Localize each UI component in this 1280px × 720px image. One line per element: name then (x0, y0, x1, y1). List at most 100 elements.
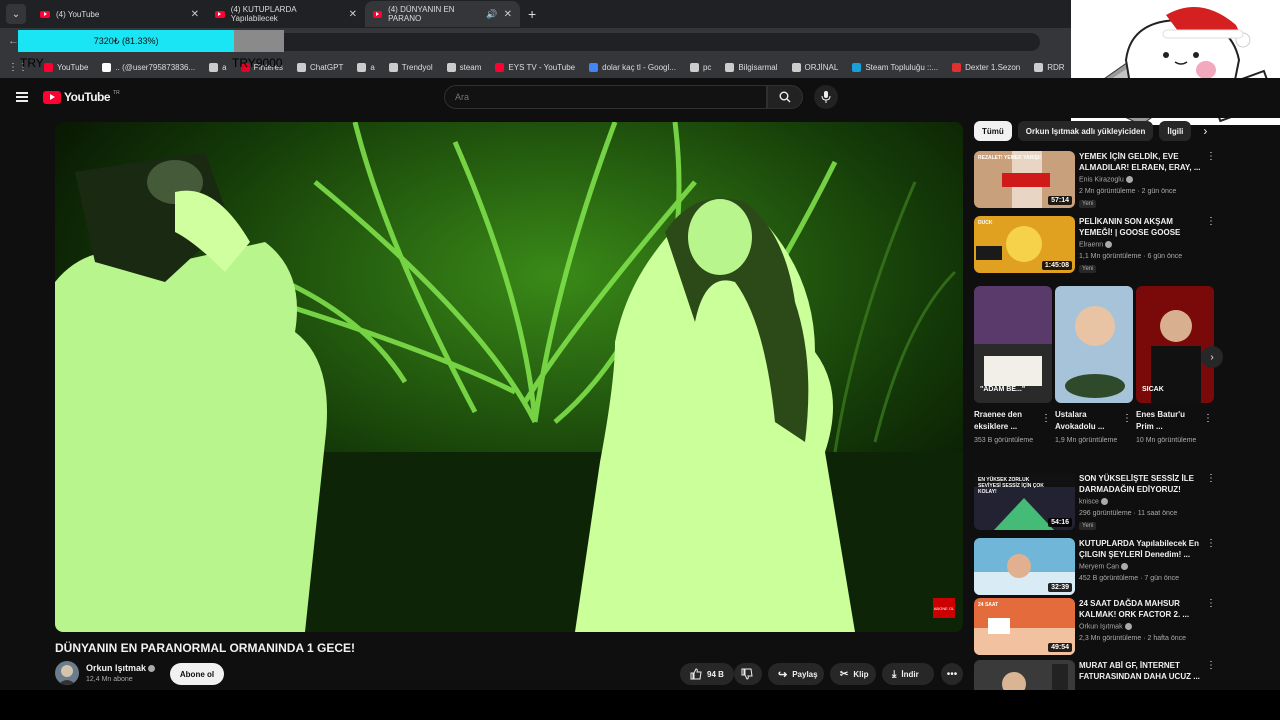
tab-dunyanin-active[interactable]: (4) DÜNYANIN EN PARANO 🔊 ✕ (365, 1, 520, 27)
chip-all[interactable]: Tümü (974, 121, 1012, 141)
search-input[interactable] (444, 85, 767, 109)
chip-from-uploader[interactable]: Orkun Işıtmak adlı yükleyiciden (1017, 121, 1154, 141)
recommended-video[interactable]: EN YÜKSEK ZORLUK SEVİYESİ SESSİZ İÇİN ÇO… (974, 473, 1216, 531)
short-thumbnail[interactable]: SICAK (1136, 286, 1214, 403)
like-button[interactable]: 94 B (680, 663, 734, 685)
bookmark-item[interactable]: Steam Topluluğu ::... (852, 62, 939, 72)
short-thumbnail[interactable]: "ADAM BE..." (974, 286, 1052, 403)
recommended-video[interactable]: 32:39 KUTUPLARDA Yapılabilecek En ÇILGIN … (974, 538, 1216, 596)
more-vertical-icon[interactable]: ⋮ (1206, 216, 1216, 227)
menu-icon[interactable] (16, 92, 28, 102)
bookmark-item[interactable]: a (209, 62, 227, 72)
video-title: SON YÜKSELİŞTE SESSİZ İLE DARMADAĞIN EDİ… (1079, 474, 1194, 494)
bookmark-item[interactable]: RDR (1034, 62, 1065, 72)
taskbar-area (0, 690, 1280, 720)
video-thumbnail[interactable]: 24 SAAT 49:54 (974, 598, 1075, 655)
bookmark-item[interactable]: Dexter 1.Sezon (952, 62, 1021, 72)
bookmark-item[interactable]: ORJİNAL (791, 62, 838, 72)
channel-name[interactable]: Elraenn (1079, 241, 1113, 249)
more-vertical-icon[interactable]: ⋮ (1206, 660, 1216, 671)
bookmark-label: Dexter 1.Sezon (965, 62, 1021, 72)
bookmark-item[interactable]: Trendyol (388, 62, 433, 72)
channel-name[interactable]: knisce (1079, 498, 1108, 505)
more-vertical-icon[interactable]: ⋮ (1206, 151, 1216, 162)
voice-search-button[interactable] (814, 85, 838, 109)
subscribe-watermark[interactable]: ABONE OL (933, 598, 955, 618)
subscribe-button[interactable]: Abone ol (170, 663, 224, 685)
channel-name[interactable]: Orkun Işıtmak (86, 663, 156, 673)
download-button[interactable]: ⤓ İndir (882, 663, 934, 685)
bookmark-favicon-icon (725, 62, 735, 72)
video-thumbnail[interactable]: 32:39 (974, 538, 1075, 595)
more-vertical-icon[interactable]: ⋮ (1122, 413, 1132, 424)
channel-name[interactable]: Orkun Işıtmak (1079, 623, 1132, 630)
short-views: 1,9 Mn görüntüleme (1055, 437, 1118, 444)
more-vertical-icon[interactable]: ⋮ (1206, 473, 1216, 484)
more-vertical-icon[interactable]: ⋮ (1041, 413, 1051, 424)
video-title: KUTUPLARDA Yapılabilecek En ÇILGIN ŞEYLE… (1079, 539, 1200, 559)
new-tab-button[interactable]: + (528, 6, 536, 22)
channel-name[interactable]: Meryem Can (1079, 563, 1129, 570)
bookmark-label: pc (702, 62, 712, 72)
bookmark-favicon-icon (357, 62, 367, 72)
short-item[interactable]: "ADAM BE..." Rraenee den eksiklere ... 353… (974, 286, 1052, 446)
clip-button[interactable]: ✂ Klip (830, 663, 876, 685)
bookmark-favicon-icon (446, 62, 456, 72)
youtube-favicon-icon (40, 10, 50, 18)
youtube-favicon-icon (373, 10, 383, 18)
bookmark-item[interactable]: dolar kaç tl - Googl... (589, 62, 676, 72)
channel-name[interactable]: Enis Kirazoglu (1079, 176, 1133, 183)
share-button[interactable]: ↪ Paylaş (768, 663, 824, 685)
speaker-icon[interactable]: 🔊 (486, 9, 497, 20)
shorts-next-button[interactable]: › (1201, 346, 1223, 368)
video-thumbnail[interactable]: REZALET! YEMEK YARIŞI! 57:14 (974, 151, 1075, 208)
recommended-video[interactable]: REZALET! YEMEK YARIŞI! 57:14 YEMEK İÇİN GE… (974, 151, 1216, 209)
bookmark-item[interactable]: ChatGPT (296, 62, 343, 72)
bookmark-item[interactable]: steam (446, 62, 481, 72)
bookmark-item[interactable]: EYS TV - YouTube (495, 62, 575, 72)
tab-label: (4) DÜNYANIN EN PARANO (388, 5, 455, 23)
channel-avatar[interactable] (55, 661, 79, 685)
bookmark-item[interactable]: Bilgisarmal (725, 62, 778, 72)
channel-name-text: knisce (1079, 498, 1099, 506)
short-thumbnail[interactable] (1055, 286, 1133, 403)
tab-search-button[interactable]: ⌄ (6, 4, 26, 24)
close-tab-icon[interactable]: ✕ (191, 9, 199, 20)
channel-name-text: Elraenn (1079, 241, 1104, 249)
video-thumbnail[interactable]: EN YÜKSEK ZORLUK SEVİYESİ SESSİZ İÇİN ÇO… (974, 473, 1075, 530)
dislike-button[interactable] (734, 663, 762, 685)
bookmark-favicon-icon (388, 62, 398, 72)
more-vertical-icon[interactable]: ⋮ (1203, 413, 1213, 424)
chip-related[interactable]: İlgili (1159, 121, 1192, 141)
more-vertical-icon[interactable]: ⋮ (1206, 598, 1216, 609)
search-button[interactable] (767, 85, 803, 109)
thumbnail-caption: 24 SAAT (978, 602, 999, 608)
close-tab-icon[interactable]: ✕ (504, 9, 512, 20)
youtube-logo[interactable]: YouTube TR (43, 90, 120, 104)
short-item[interactable]: SICAK Enes Batur'u Prim ... 10 Mn görüntül… (1136, 286, 1214, 446)
bookmark-item[interactable]: a (357, 62, 375, 72)
short-item[interactable]: Ustalara Avokadolu ... 1,9 Mn görüntüleme… (1055, 286, 1133, 446)
close-tab-icon[interactable]: ✕ (349, 9, 357, 20)
bookmark-favicon-icon (1034, 62, 1044, 72)
more-vertical-icon[interactable]: ⋮ (1206, 538, 1216, 549)
chevron-right-icon[interactable]: › (1203, 124, 1207, 138)
thumbnail-caption: DUCK (978, 220, 993, 226)
bookmark-label: Steam Topluluğu ::... (865, 62, 939, 72)
tab-kutuplarda[interactable]: (4) KUTUPLARDA Yapılabilecek ✕ (207, 1, 365, 27)
video-title: PELİKANIN SON AKŞAM YEMEĞİ! | GOOSE GOOS… (1079, 217, 1181, 237)
video-duration: 54:16 (1048, 518, 1072, 527)
bookmark-item[interactable]: .. (@user795873836... (102, 62, 195, 72)
recommended-video[interactable]: DUCK 1:45:08 PELİKANIN SON AKŞAM YEMEĞİ! |… (974, 216, 1216, 274)
bookmark-item[interactable]: YouTube (44, 62, 88, 72)
verified-icon (1121, 563, 1129, 570)
bookmark-label: a (370, 62, 375, 72)
video-thumbnail[interactable]: DUCK 1:45:08 (974, 216, 1075, 273)
tab-youtube-home[interactable]: (4) YouTube ✕ (32, 1, 207, 27)
video-player[interactable]: ABONE OL (55, 122, 963, 632)
recommended-video[interactable]: 24 SAAT 49:54 24 SAAT DAĞDA MAHSUR KALMAK!… (974, 598, 1216, 656)
more-horizontal-icon: ••• (946, 668, 958, 680)
bookmark-item[interactable]: pc (689, 62, 712, 72)
more-actions-button[interactable]: ••• (941, 663, 963, 685)
clip-label: Klip (853, 669, 869, 679)
